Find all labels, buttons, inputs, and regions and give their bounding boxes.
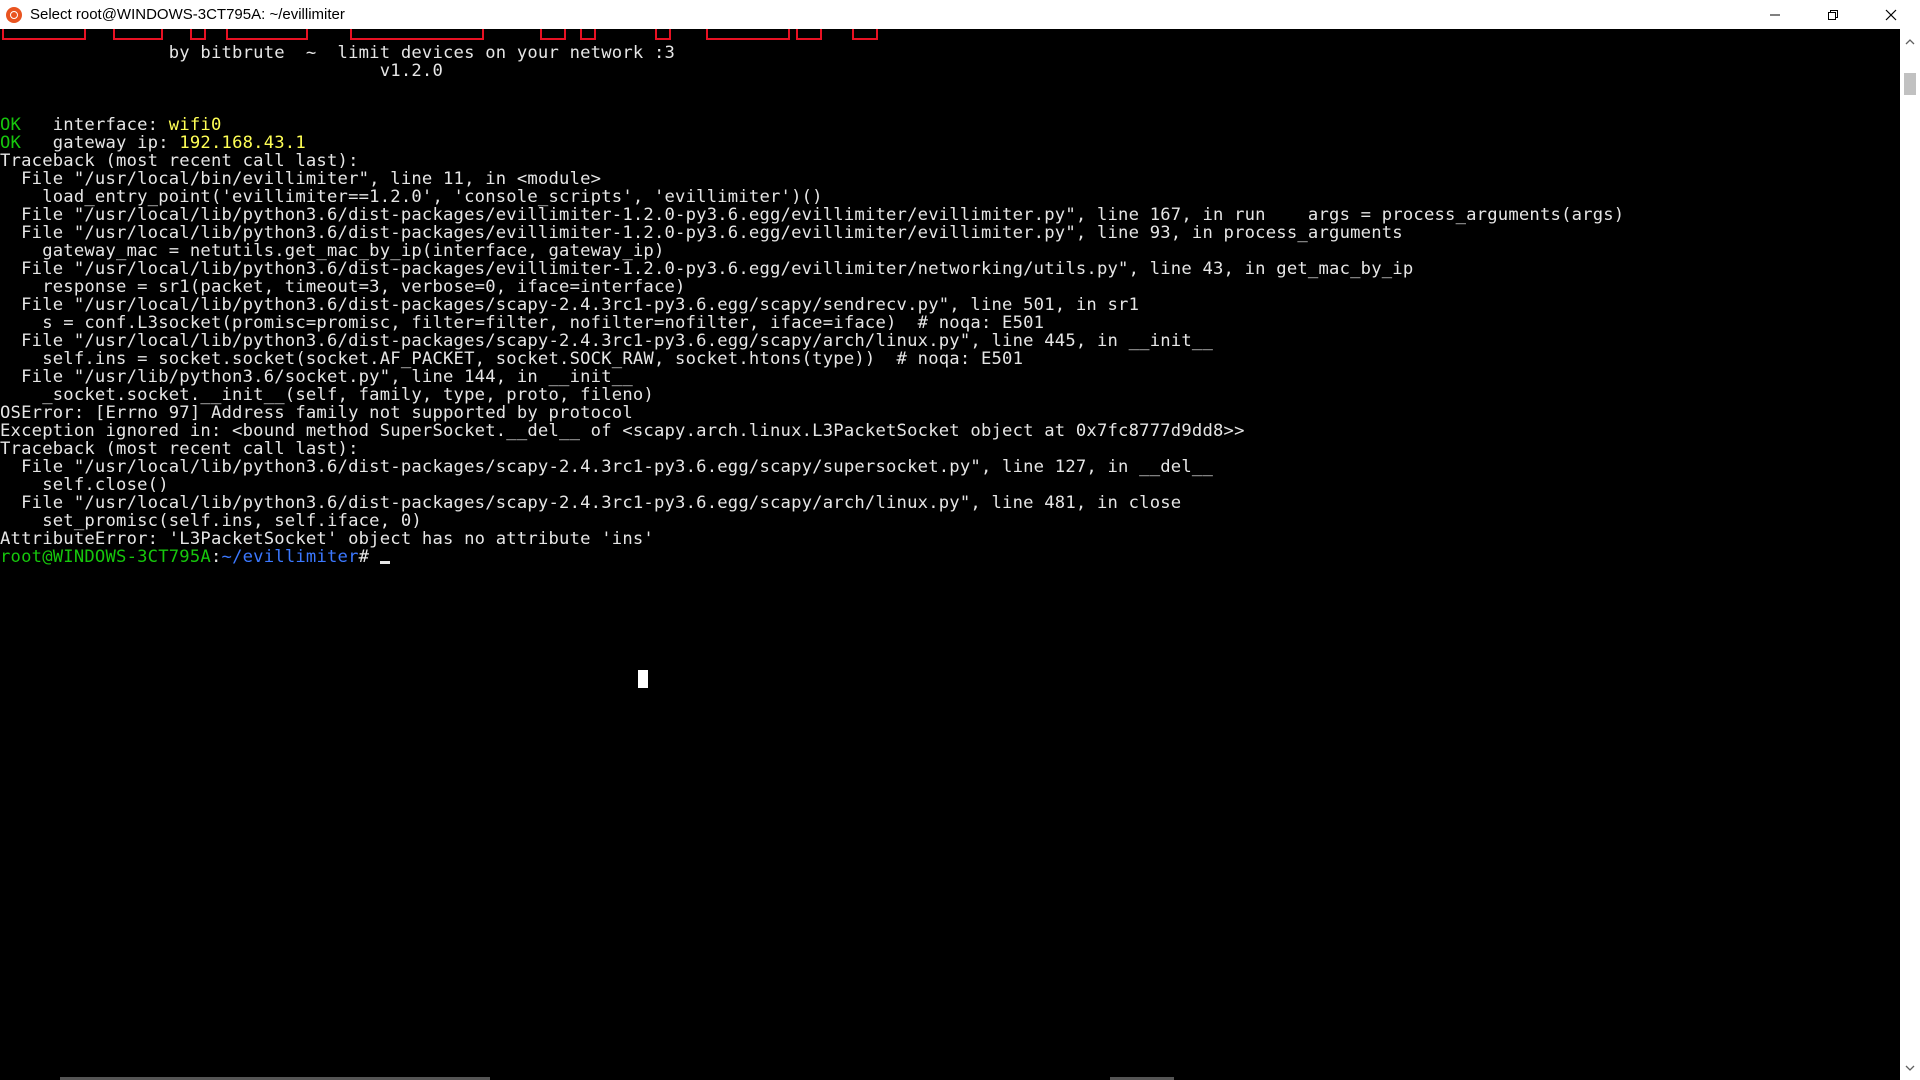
window-title: Select root@WINDOWS-3CT795A: ~/evillimit… <box>30 6 345 23</box>
terminal-line: OSError: [Errno 97] Address family not s… <box>0 403 633 423</box>
terminal-line: Traceback (most recent call last): <box>0 151 359 171</box>
terminal-line: File "/usr/local/lib/python3.6/dist-pack… <box>0 205 1625 225</box>
status-ok: OK <box>0 115 22 135</box>
terminal-line: File "/usr/lib/python3.6/socket.py", lin… <box>0 367 633 387</box>
prompt-symbol: # <box>358 547 380 567</box>
prompt-user-host: root@WINDOWS-3CT795A <box>0 547 211 567</box>
terminal-line: gateway_mac = netutils.get_mac_by_ip(int… <box>0 241 665 261</box>
ubuntu-icon <box>6 6 22 23</box>
terminal-line: File "/usr/local/lib/python3.6/dist-pack… <box>0 223 1403 243</box>
scrollbar-thumb[interactable] <box>1904 73 1916 95</box>
terminal-line: OK interface: wifi0 <box>0 116 222 134</box>
terminal-line: File "/usr/local/lib/python3.6/dist-pack… <box>0 295 1140 315</box>
terminal-line: File "/usr/local/lib/python3.6/dist-pack… <box>0 457 1213 477</box>
window-titlebar: Select root@WINDOWS-3CT795A: ~/evillimit… <box>0 0 1920 29</box>
status-label: interface: <box>21 115 169 135</box>
close-icon <box>1885 9 1897 20</box>
terminal-line: File "/usr/local/lib/python3.6/dist-pack… <box>0 259 1414 279</box>
terminal-line: load_entry_point('evillimiter==1.2.0', '… <box>0 187 823 207</box>
scroll-up-arrow-icon[interactable] <box>1905 37 1915 47</box>
terminal-line: self.ins = socket.socket(socket.AF_PACKE… <box>0 349 1024 369</box>
terminal-line: by bitbrute ~ limit devices on your netw… <box>0 43 676 63</box>
status-value: wifi0 <box>168 115 222 135</box>
prompt-path: ~/evillimiter <box>221 547 359 567</box>
terminal-line: s = conf.L3socket(promisc=promisc, filte… <box>0 313 1045 333</box>
vertical-scrollbar[interactable] <box>1900 29 1920 1080</box>
status-ok: OK <box>0 133 22 153</box>
terminal-line: File "/usr/local/lib/python3.6/dist-pack… <box>0 331 1213 351</box>
input-caret <box>379 561 390 564</box>
minimize-button[interactable] <box>1746 0 1804 29</box>
terminal-line: AttributeError: 'L3PacketSocket' object … <box>0 529 654 549</box>
prompt-separator: : <box>210 547 222 567</box>
minimize-icon <box>1770 14 1780 15</box>
text-cursor-block <box>638 670 648 688</box>
scroll-down-arrow-icon[interactable] <box>1905 1063 1915 1073</box>
shell-prompt[interactable]: root@WINDOWS-3CT795A:~/evillimiter# <box>0 548 390 566</box>
terminal-line: Exception ignored in: <bound method Supe… <box>0 421 1245 441</box>
status-label: gateway ip: <box>21 133 180 153</box>
close-button[interactable] <box>1862 0 1920 29</box>
restore-icon <box>1828 9 1838 20</box>
terminal-line: self.close() <box>0 475 169 495</box>
terminal-line: OK gateway ip: 192.168.43.1 <box>0 134 306 152</box>
status-value: 192.168.43.1 <box>179 133 306 153</box>
terminal-line: Traceback (most recent call last): <box>0 439 359 459</box>
ascii-banner-fragment <box>0 29 900 40</box>
terminal-line: set_promisc(self.ins, self.iface, 0) <box>0 511 422 531</box>
terminal-line: File "/usr/local/bin/evillimiter", line … <box>0 169 602 189</box>
terminal-line: response = sr1(packet, timeout=3, verbos… <box>0 277 686 297</box>
terminal-line: v1.2.0 <box>0 61 444 81</box>
terminal-line: _socket.socket.__init__(self, family, ty… <box>0 385 654 405</box>
terminal-line: File "/usr/local/lib/python3.6/dist-pack… <box>0 493 1182 513</box>
terminal-output[interactable]: by bitbrute ~ limit devices on your netw… <box>0 29 1900 1080</box>
restore-button[interactable] <box>1804 0 1862 29</box>
